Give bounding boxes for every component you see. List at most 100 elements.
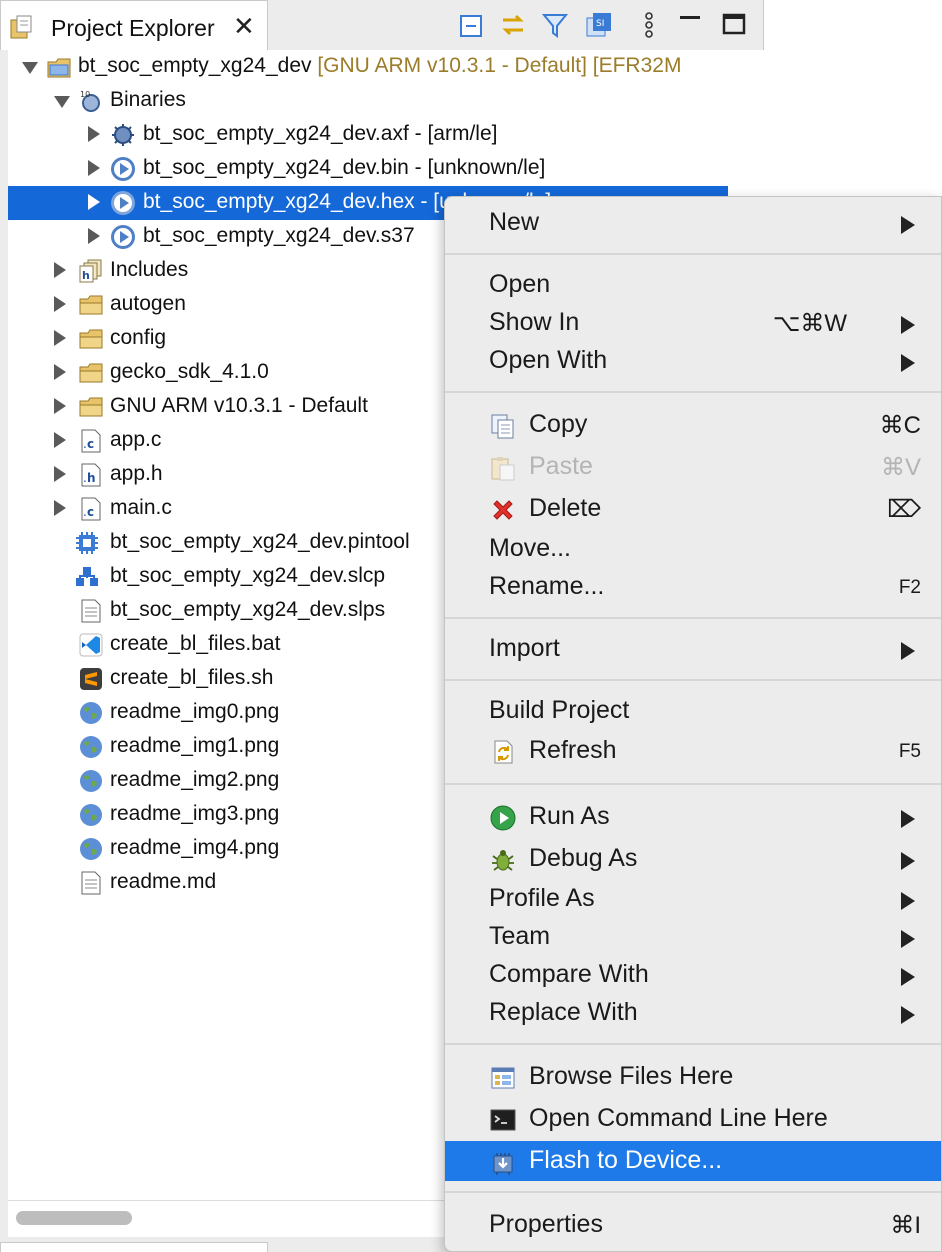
expand-twisty[interactable]: [54, 432, 66, 448]
menu-item-debug-as[interactable]: Debug As: [445, 839, 941, 879]
menu-item-new[interactable]: New: [445, 203, 941, 243]
tree-item-label: create_bl_files.bat: [110, 632, 281, 655]
tree-item-axf[interactable]: bt_soc_empty_xg24_dev.axf - [arm/le]: [8, 118, 728, 152]
bottom-panel-tab[interactable]: [0, 1242, 268, 1252]
tree-item-label: config: [110, 326, 167, 349]
menu-separator: [445, 679, 941, 681]
delete-icon: [493, 500, 513, 520]
shortcut-label: F5: [898, 741, 921, 762]
shortcut-label: ⌘V: [880, 454, 921, 481]
menu-separator: [445, 391, 941, 393]
link-with-editor-icon[interactable]: [498, 10, 528, 40]
globe-icon: [80, 770, 102, 792]
project-name: bt_soc_empty_xg24_dev: [78, 54, 312, 77]
expand-twisty[interactable]: [54, 500, 66, 516]
menu-item-open[interactable]: Open: [445, 265, 941, 305]
menu-item-move[interactable]: Move...: [445, 529, 941, 569]
tree-item-label: create_bl_files.sh: [110, 666, 274, 689]
svg-text:c: c: [87, 437, 94, 451]
menu-item-rename[interactable]: Rename... F2: [445, 567, 941, 607]
menu-item-import[interactable]: Import: [445, 629, 941, 669]
menu-item-browse-files[interactable]: Browse Files Here: [445, 1057, 941, 1097]
globe-icon: [80, 804, 102, 826]
menu-item-delete[interactable]: Delete ⌦: [445, 489, 941, 529]
expand-twisty[interactable]: [54, 364, 66, 380]
tree-item-bin[interactable]: bt_soc_empty_xg24_dev.bin - [unknown/le]: [8, 152, 728, 186]
panel-title: Project Explorer: [51, 15, 215, 41]
menu-item-replace-with[interactable]: Replace With: [445, 993, 941, 1033]
tree-item-label: bt_soc_empty_xg24_dev.s37: [143, 224, 415, 247]
expand-twisty[interactable]: [22, 62, 38, 74]
expand-twisty[interactable]: [88, 126, 100, 142]
binary-icon: [111, 157, 135, 181]
tree-item-label: bt_soc_empty_xg24_dev.axf - [arm/le]: [143, 122, 498, 145]
menu-item-flash-to-device[interactable]: Flash to Device...: [445, 1141, 941, 1181]
expand-twisty[interactable]: [54, 262, 66, 278]
pintool-icon: [76, 532, 98, 554]
paste-icon: [491, 457, 515, 481]
context-menu: New Open Show In ⌥⌘W Open With Copy ⌘C P…: [444, 196, 942, 1252]
maximize-icon[interactable]: [720, 10, 750, 40]
folder-icon: [79, 329, 103, 349]
globe-icon: [80, 702, 102, 724]
binaries-icon: 10: [80, 90, 100, 112]
minimize-icon[interactable]: [676, 10, 706, 40]
expand-twisty[interactable]: [88, 160, 100, 176]
slcp-icon: [76, 567, 98, 586]
svg-text:h: h: [82, 269, 90, 282]
binary-icon: [111, 191, 135, 215]
menu-item-team[interactable]: Team: [445, 917, 941, 957]
filter-icon[interactable]: [540, 10, 570, 40]
project-explorer-tab[interactable]: Project Explorer ✕: [0, 0, 268, 50]
view-menu-icon[interactable]: [634, 10, 664, 40]
expand-twisty[interactable]: [54, 466, 66, 482]
menu-item-properties[interactable]: Properties ⌘I: [445, 1205, 941, 1245]
menu-item-build-project[interactable]: Build Project: [445, 691, 941, 731]
tree-item-binaries[interactable]: 10 Binaries: [8, 84, 728, 118]
menu-item-open-command-line[interactable]: Open Command Line Here: [445, 1099, 941, 1139]
menu-item-compare-with[interactable]: Compare With: [445, 955, 941, 995]
binary-icon: [111, 225, 135, 249]
tree-item-label: GNU ARM v10.3.1 - Default: [110, 394, 368, 417]
bug-icon: [492, 850, 514, 871]
includes-icon: h: [79, 259, 102, 283]
expand-twisty[interactable]: [88, 228, 100, 244]
h-file-icon: h .: [81, 463, 101, 487]
flash-device-icon: [493, 1153, 513, 1175]
menu-item-run-as[interactable]: Run As: [445, 797, 941, 837]
expand-twisty[interactable]: [54, 296, 66, 312]
menu-item-show-in[interactable]: Show In ⌥⌘W: [445, 303, 941, 343]
menu-separator: [445, 253, 941, 255]
menu-separator: [445, 1191, 941, 1193]
expand-twisty[interactable]: [54, 96, 70, 108]
svg-text:c: c: [87, 505, 94, 519]
tree-item-project[interactable]: bt_soc_empty_xg24_dev [GNU ARM v10.3.1 -…: [8, 50, 728, 84]
scrollbar-thumb[interactable]: [16, 1211, 132, 1225]
submenu-arrow-icon: [901, 1006, 915, 1024]
menu-item-profile-as[interactable]: Profile As: [445, 879, 941, 919]
svg-text:SI: SI: [596, 19, 604, 29]
submenu-arrow-icon: [901, 316, 915, 334]
simplicity-icon[interactable]: SI: [584, 10, 614, 40]
browse-files-icon: [491, 1067, 515, 1089]
menu-item-copy[interactable]: Copy ⌘C: [445, 405, 941, 445]
submenu-arrow-icon: [901, 354, 915, 372]
submenu-arrow-icon: [901, 892, 915, 910]
expand-twisty[interactable]: [88, 194, 100, 210]
folder-icon: [79, 363, 103, 383]
close-icon[interactable]: ✕: [233, 13, 255, 39]
menu-item-refresh[interactable]: Refresh F5: [445, 731, 941, 771]
menu-item-paste[interactable]: Paste ⌘V: [445, 447, 941, 487]
collapse-all-icon[interactable]: [456, 10, 486, 40]
submenu-arrow-icon: [901, 968, 915, 986]
svg-text:.: .: [83, 437, 87, 451]
terminal-icon: [490, 1109, 516, 1131]
delete-key-shortcut: ⌦: [887, 496, 921, 523]
debug-binary-icon: [112, 124, 134, 146]
project-explorer-icon: [10, 15, 32, 39]
tree-item-label: readme_img3.png: [110, 802, 280, 825]
shortcut-label: ⌘C: [879, 412, 921, 439]
expand-twisty[interactable]: [54, 398, 66, 414]
menu-item-open-with[interactable]: Open With: [445, 341, 941, 381]
expand-twisty[interactable]: [54, 330, 66, 346]
